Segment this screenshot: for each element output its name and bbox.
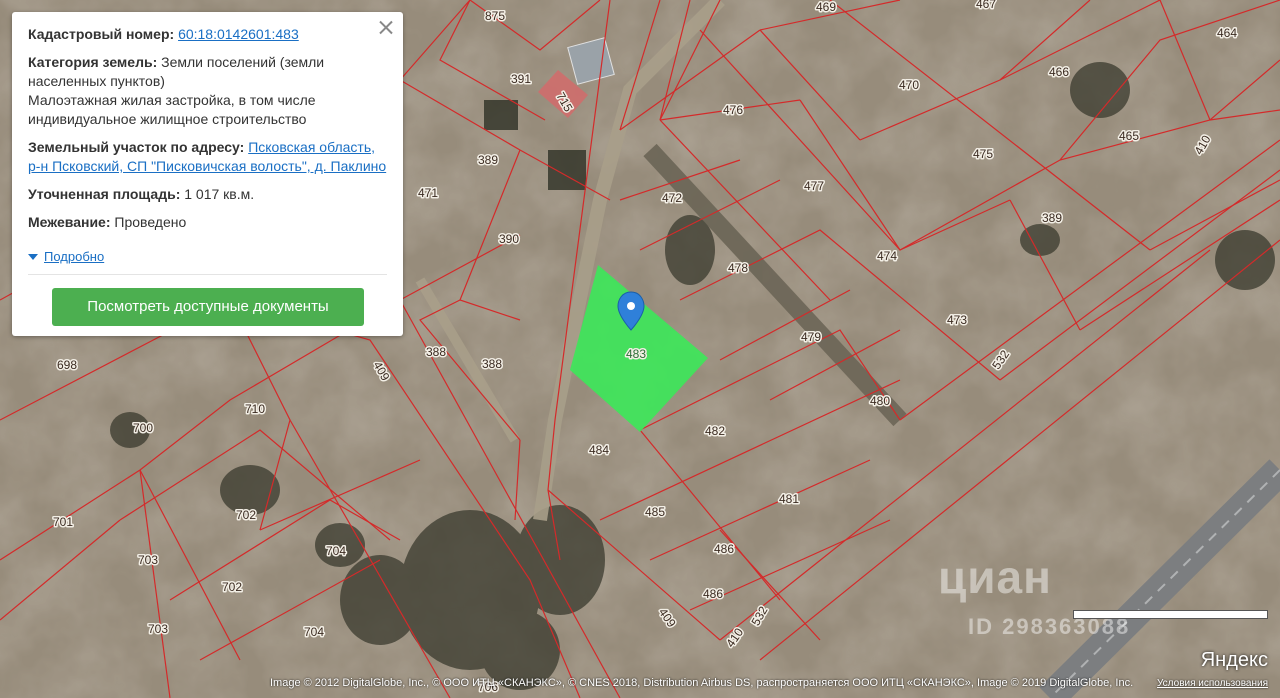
area-label: Уточненная площадь: <box>28 186 181 202</box>
provider-logo: Яндекс <box>1200 649 1268 671</box>
address-label: Земельный участок по адресу: <box>28 139 245 155</box>
plot-number-label: 701 <box>53 515 73 529</box>
survey-value: Проведено <box>114 214 187 230</box>
plot-number-label: 704 <box>304 625 324 639</box>
category-row: Категория земель: Земли поселений (земли… <box>28 53 387 91</box>
plot-number-label: 467 <box>976 0 996 11</box>
plot-number-label: 702 <box>222 580 242 594</box>
selected-plot-label: 483 <box>626 347 646 361</box>
plot-number-label: 465 <box>1119 129 1139 143</box>
plot-number-label: 703 <box>148 622 168 636</box>
shed <box>484 100 518 130</box>
plot-number-label: 388 <box>482 357 502 371</box>
scale-bar <box>1073 610 1268 619</box>
plot-number-label: 484 <box>589 443 609 457</box>
plot-number-label: 702 <box>236 508 256 522</box>
area-row: Уточненная площадь: 1 017 кв.м. <box>28 185 387 204</box>
details-toggle[interactable]: Подробно <box>28 247 104 266</box>
plot-number-label: 698 <box>57 358 77 372</box>
plot-number-label: 486 <box>703 587 723 601</box>
plot-number-label: 703 <box>138 553 158 567</box>
close-icon[interactable] <box>379 20 393 34</box>
plot-number-label: 464 <box>1217 26 1237 40</box>
plot-number-label: 480 <box>870 394 890 408</box>
plot-number-label: 388 <box>426 345 446 359</box>
divider <box>28 274 387 275</box>
plot-number-label: 391 <box>511 72 531 86</box>
plot-number-label: 471 <box>418 186 438 200</box>
chevron-down-icon <box>28 253 38 260</box>
survey-label: Межевание: <box>28 214 111 230</box>
address-row: Земельный участок по адресу: Псковская о… <box>28 138 387 176</box>
survey-row: Межевание: Проведено <box>28 213 387 232</box>
cadastral-number-link[interactable]: 60:18:0142601:483 <box>178 26 299 42</box>
plot-number-label: 486 <box>714 542 734 556</box>
plot-number-label: 470 <box>899 78 919 92</box>
plot-number-label: 479 <box>801 330 821 344</box>
plot-number-label: 469 <box>816 0 836 14</box>
plot-number-label: 478 <box>728 261 748 275</box>
plot-number-label: 485 <box>645 505 665 519</box>
map-attribution: Image © 2012 DigitalGlobe, Inc., © ООО И… <box>270 677 1134 689</box>
plot-number-label: 466 <box>1049 65 1069 79</box>
terms-link[interactable]: Условия использования <box>1157 678 1268 689</box>
cadastral-row: Кадастровый номер: 60:18:0142601:483 <box>28 25 387 44</box>
plot-number-label: 473 <box>947 313 967 327</box>
plot-number-label: 704 <box>326 544 346 558</box>
plot-number-label: 475 <box>973 147 993 161</box>
plot-number-label: 700 <box>133 421 153 435</box>
plot-number-label: 710 <box>245 402 265 416</box>
plot-number-label: 482 <box>705 424 725 438</box>
plot-number-label: 875 <box>485 9 505 23</box>
details-link[interactable]: Подробно <box>44 247 104 266</box>
plot-number-label: 389 <box>478 153 498 167</box>
plot-number-label: 476 <box>723 103 743 117</box>
usage-text: Малоэтажная жилая застройка, в том числе… <box>28 92 316 127</box>
plot-info-card: Кадастровый номер: 60:18:0142601:483 Кат… <box>12 12 403 336</box>
view-documents-button[interactable]: Посмотреть доступные документы <box>52 288 364 326</box>
plot-number-label: 472 <box>662 191 682 205</box>
plot-number-label: 474 <box>877 249 897 263</box>
cadastral-label: Кадастровый номер: <box>28 26 175 42</box>
plot-number-label: 477 <box>804 179 824 193</box>
category-label: Категория земель: <box>28 54 158 70</box>
area-value: 1 017 кв.м. <box>184 186 255 202</box>
watermark: циан <box>938 551 1052 603</box>
plot-number-label: 390 <box>499 232 519 246</box>
plot-number-label: 389 <box>1042 211 1062 225</box>
plot-number-label: 481 <box>779 492 799 506</box>
